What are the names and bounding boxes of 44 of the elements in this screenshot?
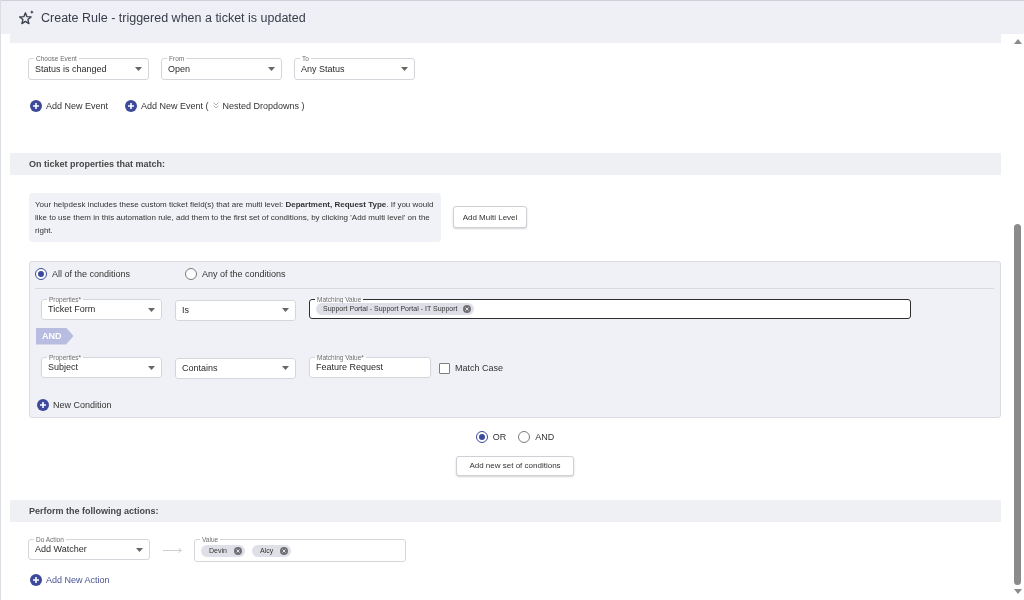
and-connector-tag: AND <box>36 327 74 345</box>
remove-icon[interactable] <box>280 546 289 555</box>
caret-icon <box>135 67 142 71</box>
plus-icon <box>30 99 42 112</box>
radio-label: All of the conditions <box>52 268 131 279</box>
radio-label: AND <box>535 431 555 442</box>
window-title: Create Rule - triggered when a ticket is updated <box>41 10 306 25</box>
star-icon <box>19 10 34 25</box>
add-multi-level-button[interactable]: Add Multi Level <box>453 206 527 228</box>
remove-icon[interactable] <box>233 546 242 555</box>
section-title: On ticket properties that match: <box>29 158 166 169</box>
caret-icon <box>268 67 275 71</box>
add-nested-event-link[interactable]: Add New Event ( Nested Dropdowns ) <box>125 99 305 112</box>
scroll-down-icon[interactable] <box>1013 589 1022 594</box>
add-event-link[interactable]: Add New Event <box>30 99 109 112</box>
plus-icon <box>125 99 138 112</box>
caret-icon <box>148 365 155 370</box>
checkbox-label: Match Case <box>455 363 504 373</box>
section-title: Perform the following actions: <box>29 505 159 516</box>
scroll-up-icon[interactable] <box>1013 39 1022 44</box>
new-condition-link[interactable]: New Condition <box>37 398 112 411</box>
scrollbar-thumb[interactable] <box>1014 224 1021 585</box>
add-condition-set-button[interactable]: Add new set of conditions <box>456 455 574 476</box>
dropdown[interactable]: Contains <box>175 357 296 379</box>
add-action-link[interactable]: Add New Action <box>30 573 110 586</box>
caret-icon <box>282 308 289 312</box>
radio-button[interactable] <box>475 430 488 443</box>
caret-icon <box>148 307 155 312</box>
radio-label: OR <box>492 431 507 442</box>
info-notice: Your helpdesk includes these custom ticket field(s) that are multi level: Department, Request Type. If you would like to use them in this automation rule, add them to the first set of conditions, by clicking 'Add multi level' on the right. <box>29 192 441 242</box>
dropdown[interactable]: Is <box>175 299 296 321</box>
caret-icon <box>282 366 289 370</box>
caret-icon <box>136 547 143 552</box>
caret-icon <box>401 67 408 71</box>
radio-label: Any of the conditions <box>202 268 286 279</box>
radio-button[interactable] <box>35 267 47 280</box>
arrow-icon <box>163 547 182 553</box>
radio-button[interactable] <box>518 430 531 443</box>
double-chevron-icon <box>212 102 219 109</box>
checkbox[interactable] <box>439 362 450 374</box>
radio-button[interactable] <box>185 267 198 280</box>
plus-icon <box>37 398 49 411</box>
remove-icon[interactable] <box>462 305 471 313</box>
plus-icon <box>30 573 42 586</box>
